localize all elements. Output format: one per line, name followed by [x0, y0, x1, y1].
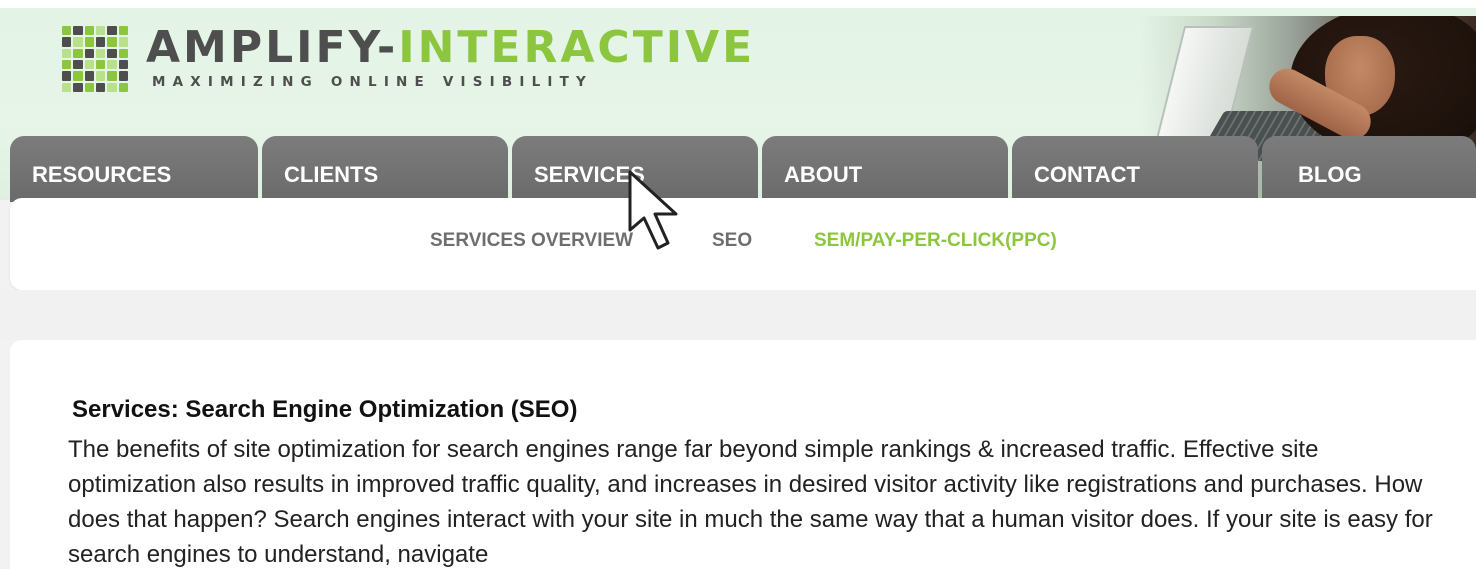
- intro-paragraph: The benefits of site optimization for se…: [68, 436, 1433, 568]
- logo-pixel: [73, 82, 83, 92]
- logo-pixel: [95, 37, 106, 47]
- site-logo-title[interactable]: AMPLIFY-INTERACTIVE: [146, 22, 755, 74]
- logo-pixel: [107, 82, 117, 92]
- logo-pixel: [95, 48, 106, 58]
- logo-pixel: [62, 26, 72, 36]
- logo-pixel: [95, 59, 106, 70]
- logo-pixel: [62, 59, 72, 70]
- page: AMPLIFY-INTERACTIVE MAXIMIZING ONLINE VI…: [0, 0, 1476, 569]
- page-title: Services: Search Engine Optimization (SE…: [72, 396, 578, 423]
- logo-pixel: [84, 48, 94, 58]
- tab-about[interactable]: ABOUT: [762, 136, 1008, 202]
- logo-pixel: [73, 71, 83, 81]
- logo-pixel: [84, 71, 94, 81]
- logo-pixel: [73, 59, 83, 70]
- main-nav: RESOURCES CLIENTS SERVICES ABOUT CONTACT…: [0, 136, 1476, 202]
- logo-pixel: [118, 71, 128, 81]
- subnav-services-overview[interactable]: SERVICES OVERVIEW: [430, 230, 633, 252]
- logo-pixel: [84, 37, 94, 47]
- logo-pixel: [107, 71, 117, 81]
- logo-pixel: [107, 48, 117, 58]
- logo-pixel: [118, 48, 128, 58]
- logo-pixel: [62, 48, 72, 58]
- logo-pixel: [95, 26, 106, 36]
- logo-pixel: [118, 37, 128, 47]
- tab-clients[interactable]: CLIENTS: [262, 136, 508, 202]
- logo-pixel: [118, 59, 128, 70]
- logo-pixel: [73, 26, 83, 36]
- logo-pixel: [118, 82, 128, 92]
- logo-pixel: [107, 37, 117, 47]
- logo-pixel: [95, 71, 106, 81]
- arrow-pointer-icon: [628, 170, 678, 250]
- logo-pixel: [73, 48, 83, 58]
- logo-pixel: [107, 59, 117, 70]
- logo-pixel: [84, 26, 94, 36]
- subnav-sem-ppc[interactable]: SEM/PAY-PER-CLICK(PPC): [814, 230, 1057, 252]
- logo-title-part-b: INTERACTIVE: [398, 22, 756, 73]
- logo-pixel: [62, 71, 72, 81]
- logo-pixel: [84, 82, 94, 92]
- logo-pixel: [73, 37, 83, 47]
- logo-title-part-a: AMPLIFY-: [146, 22, 399, 73]
- sub-nav: SERVICES OVERVIEW SEO SEM/PAY-PER-CLICK(…: [10, 198, 1476, 290]
- separator-band: [0, 290, 1476, 340]
- logo-pixel: [62, 82, 72, 92]
- tab-contact[interactable]: CONTACT: [1012, 136, 1258, 202]
- tab-resources[interactable]: RESOURCES: [10, 136, 258, 202]
- logo-pixel: [107, 26, 117, 36]
- site-tagline: MAXIMIZING ONLINE VISIBILITY: [152, 74, 594, 90]
- tab-blog[interactable]: BLOG: [1262, 136, 1476, 202]
- logo-pixel: [95, 82, 106, 92]
- logo-pixel: [62, 37, 72, 47]
- pixel-grid-logo-icon[interactable]: [62, 26, 128, 92]
- logo-pixel: [118, 26, 128, 36]
- logo-pixel: [84, 59, 94, 70]
- subnav-seo[interactable]: SEO: [712, 230, 752, 252]
- main-content: Services: Search Engine Optimization (SE…: [10, 340, 1476, 569]
